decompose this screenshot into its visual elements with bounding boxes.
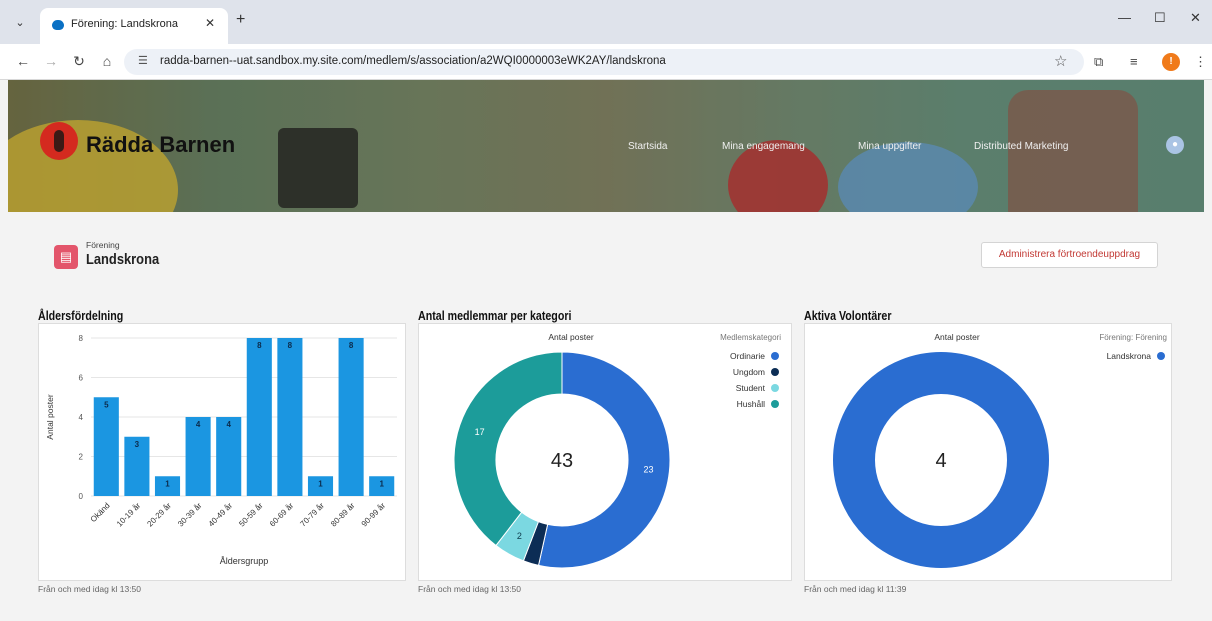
bar-value-label: 5 xyxy=(104,400,109,409)
age-distribution-bar-chart[interactable]: 0 2 4 6 8 Antal poster 5 Okänd 3 10-19 år 1 20-29 å… xyxy=(39,324,405,580)
rädda-barnen-logo-icon[interactable] xyxy=(40,122,78,160)
members-category-donut-chart[interactable]: Antal poster Medlemskategori Ordinarie Ungd… xyxy=(419,324,791,580)
tab-search-chevron-icon[interactable]: ⌄ xyxy=(10,14,30,32)
chart-header: Antal poster xyxy=(548,332,594,342)
bar-value-label: 4 xyxy=(196,420,201,429)
bar-value-label: 8 xyxy=(349,341,354,350)
active-volunteers-chart-card: Antal poster Förening: Förening Landskrona… xyxy=(804,323,1172,581)
slice-value-label: 2 xyxy=(517,531,522,541)
legend-item-label: Ungdom xyxy=(733,367,765,377)
tab-title: Förening: Landskrona xyxy=(71,18,179,30)
nav-link-distributed-marketing[interactable]: Distributed Marketing xyxy=(974,141,1068,152)
nav-link-mina-uppgifter[interactable]: Mina uppgifter xyxy=(858,141,921,152)
new-tab-icon[interactable]: + xyxy=(236,11,245,29)
x-tick-label: 90-99 år xyxy=(360,501,388,529)
y-axis-label: Antal poster xyxy=(45,394,55,440)
x-tick-label: Okänd xyxy=(89,501,112,524)
forward-icon[interactable]: → xyxy=(42,53,60,69)
y-tick-label: 0 xyxy=(79,492,84,501)
bar-9 xyxy=(338,338,364,496)
legend-item-swatch xyxy=(771,384,779,392)
y-tick-label: 8 xyxy=(79,334,84,343)
x-tick-label: 50-59 år xyxy=(237,501,265,529)
x-tick-label: 40-49 år xyxy=(207,501,235,529)
bar-7 xyxy=(277,338,303,496)
x-tick-label: 10-19 år xyxy=(115,501,143,529)
bar-value-label: 8 xyxy=(257,341,262,350)
nav-link-mina-engagemang[interactable]: Mina engagemang xyxy=(722,141,805,152)
legend-item-label: Ordinarie xyxy=(730,351,765,361)
page-content: ▤ Förening Landskrona Administrera förtr… xyxy=(8,212,1204,621)
card-footer-timestamp: Från och med idag kl 11:39 xyxy=(804,584,907,594)
site-info-icon[interactable]: ☰ xyxy=(138,54,148,67)
y-tick-label: 4 xyxy=(79,413,84,422)
bar-6 xyxy=(246,338,272,496)
bookmark-star-icon[interactable]: ☆ xyxy=(1054,52,1067,70)
slice-value-label: 17 xyxy=(475,427,485,437)
close-tab-icon[interactable]: ✕ xyxy=(205,16,215,30)
card-title-aktiva-volontarer: Aktiva Volontärer xyxy=(804,308,892,323)
close-window-icon[interactable]: ✕ xyxy=(1190,10,1201,26)
card-footer-timestamp: Från och med idag kl 13:50 xyxy=(38,584,142,594)
legend-item-swatch xyxy=(771,400,779,408)
legend-item-label: Hushåll xyxy=(737,399,765,409)
reading-list-icon[interactable]: ≡ xyxy=(1130,54,1138,69)
back-icon[interactable]: ← xyxy=(14,53,32,69)
legend-item-label: Landskrona xyxy=(1107,351,1152,361)
bar-value-label: 1 xyxy=(318,479,323,488)
record-type-label: Förening xyxy=(86,240,120,250)
donut-slice-4 xyxy=(453,351,563,547)
x-tick-label: 80-89 år xyxy=(329,501,357,529)
bar-value-label: 3 xyxy=(135,440,140,449)
reload-icon[interactable]: ↻ xyxy=(70,53,88,70)
address-bar[interactable]: ☰ radda-barnen--uat.sandbox.my.site.com/… xyxy=(124,49,1084,75)
maximize-icon[interactable]: ☐ xyxy=(1154,10,1166,26)
bar-value-label: 8 xyxy=(288,341,293,350)
x-tick-label: 60-69 år xyxy=(268,501,296,529)
cloud-favicon-icon xyxy=(52,20,64,30)
logo-text[interactable]: Rädda Barnen xyxy=(86,132,235,158)
x-tick-label: 70-79 år xyxy=(298,501,326,529)
user-avatar-icon[interactable]: ● xyxy=(1166,136,1184,154)
x-axis-label: Åldersgrupp xyxy=(220,556,269,566)
legend-item-swatch xyxy=(1157,352,1165,360)
profile-avatar-icon[interactable]: ! xyxy=(1162,53,1180,71)
browser-toolbar: ← → ↻ ⌂ ☰ radda-barnen--uat.sandbox.my.s… xyxy=(0,44,1212,80)
site-header: Rädda Barnen Startsida Mina engagemang M… xyxy=(8,80,1204,212)
legend-item-swatch xyxy=(771,352,779,360)
slice-value-label: 23 xyxy=(643,465,653,475)
bar-value-label: 1 xyxy=(165,479,170,488)
browser-tab-bar: ⌄ Förening: Landskrona ✕ + — ☐ ✕ xyxy=(0,0,1212,44)
legend-item-label: Student xyxy=(736,383,766,393)
bar-1 xyxy=(93,397,119,496)
card-title-aldersfordelning: Åldersfördelning xyxy=(38,308,124,323)
bar-value-label: 4 xyxy=(226,420,231,429)
administrera-fortroendeuppdrag-button[interactable]: Administrera förtroendeuppdrag xyxy=(981,242,1158,268)
legend-title: Förening: Förening xyxy=(1099,333,1167,342)
y-tick-label: 6 xyxy=(79,374,84,383)
members-per-category-chart-card: Antal poster Medlemskategori Ordinarie Ungd… xyxy=(418,323,792,581)
bar-value-label: 1 xyxy=(379,479,384,488)
menu-kebab-icon[interactable]: ⋮ xyxy=(1194,54,1207,70)
home-icon[interactable]: ⌂ xyxy=(98,53,116,69)
extensions-icon[interactable]: ⧉ xyxy=(1094,54,1103,70)
minimize-icon[interactable]: — xyxy=(1118,10,1131,25)
legend-item-swatch xyxy=(771,368,779,376)
donut-center-total: 4 xyxy=(935,450,946,472)
browser-tab[interactable]: Förening: Landskrona ✕ xyxy=(40,8,228,44)
x-tick-label: 20-29 år xyxy=(145,501,173,529)
card-footer-timestamp: Från och med idag kl 13:50 xyxy=(418,584,522,594)
chart-header: Antal poster xyxy=(934,332,980,342)
donut-center-total: 43 xyxy=(551,450,573,472)
active-volunteers-donut-chart[interactable]: Antal poster Förening: Förening Landskrona… xyxy=(805,324,1171,580)
age-distribution-chart-card: 0 2 4 6 8 Antal poster 5 Okänd 3 10-19 år 1 20-29 å… xyxy=(38,323,406,581)
y-tick-label: 2 xyxy=(79,453,84,462)
url-text[interactable]: radda-barnen--uat.sandbox.my.site.com/me… xyxy=(160,55,666,67)
legend-title: Medlemskategori xyxy=(720,333,781,342)
card-title-antal-medlemmar: Antal medlemmar per kategori xyxy=(418,308,572,323)
association-record-icon: ▤ xyxy=(54,245,78,269)
record-title: Landskrona xyxy=(86,251,160,268)
x-tick-label: 30-39 år xyxy=(176,501,204,529)
nav-link-startsida[interactable]: Startsida xyxy=(628,141,667,152)
